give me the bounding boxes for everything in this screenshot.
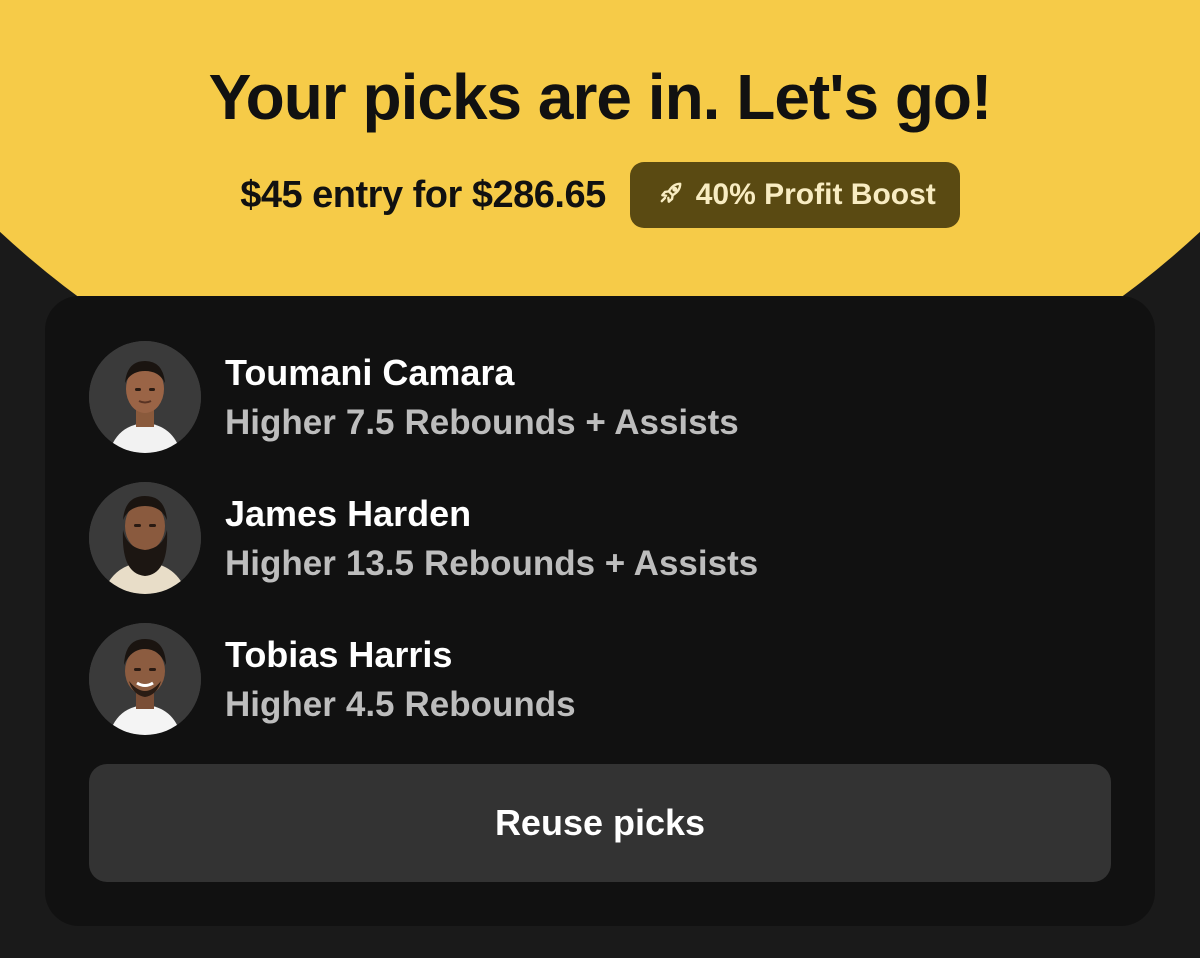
player-name: Tobias Harris bbox=[225, 633, 453, 675]
pick-details: Tobias Harris Higher 4.5 Rebounds bbox=[225, 633, 586, 722]
page-title: Your picks are in. Let's go! bbox=[208, 61, 993, 133]
pick-line-value: 4.5 bbox=[345, 684, 395, 724]
player-name: Toumani Camara bbox=[225, 351, 515, 393]
pick-item: Tobias Harris Higher 4.5 Rebounds bbox=[89, 623, 586, 735]
entry-summary: $45 entry for $286.65 bbox=[240, 173, 606, 216]
pick-details: Toumani Camara Higher 7.5 Rebounds + Assis… bbox=[225, 351, 749, 440]
pick-item: James Harden Higher 13.5 Rebounds + Assist… bbox=[89, 482, 768, 594]
rocket-icon bbox=[658, 180, 684, 211]
pick-line: Higher 4.5 Rebounds bbox=[225, 687, 586, 722]
pick-stat: Rebounds bbox=[404, 684, 576, 724]
pick-details: James Harden Higher 13.5 Rebounds + Assist… bbox=[225, 492, 768, 581]
player-avatar bbox=[89, 623, 201, 735]
pick-direction: Higher bbox=[225, 543, 336, 583]
pick-direction: Higher bbox=[225, 684, 336, 724]
pick-stat: Rebounds + Assists bbox=[423, 543, 759, 583]
pick-line-value: 13.5 bbox=[345, 543, 414, 583]
player-avatar bbox=[89, 341, 201, 453]
pick-direction: Higher bbox=[225, 402, 336, 442]
pick-line-value: 7.5 bbox=[345, 402, 395, 442]
player-name: James Harden bbox=[225, 492, 472, 534]
entry-summary-row: $45 entry for $286.65 40% Profit Boost bbox=[0, 162, 1200, 228]
reuse-picks-button[interactable]: Reuse picks bbox=[89, 764, 1111, 882]
pick-line: Higher 13.5 Rebounds + Assists bbox=[225, 546, 768, 581]
profit-boost-label: 40% Profit Boost bbox=[695, 178, 936, 211]
pick-stat: Rebounds + Assists bbox=[404, 402, 739, 442]
pick-line: Higher 7.5 Rebounds + Assists bbox=[225, 405, 749, 440]
picks-card: Toumani Camara Higher 7.5 Rebounds + Assis… bbox=[45, 296, 1155, 926]
profit-boost-badge: 40% Profit Boost bbox=[629, 162, 960, 228]
pick-item: Toumani Camara Higher 7.5 Rebounds + Assis… bbox=[89, 341, 749, 453]
pick-confirmation-screen: Your picks are in. Let's go! $45 entry f… bbox=[0, 0, 1200, 958]
player-avatar bbox=[89, 482, 201, 594]
